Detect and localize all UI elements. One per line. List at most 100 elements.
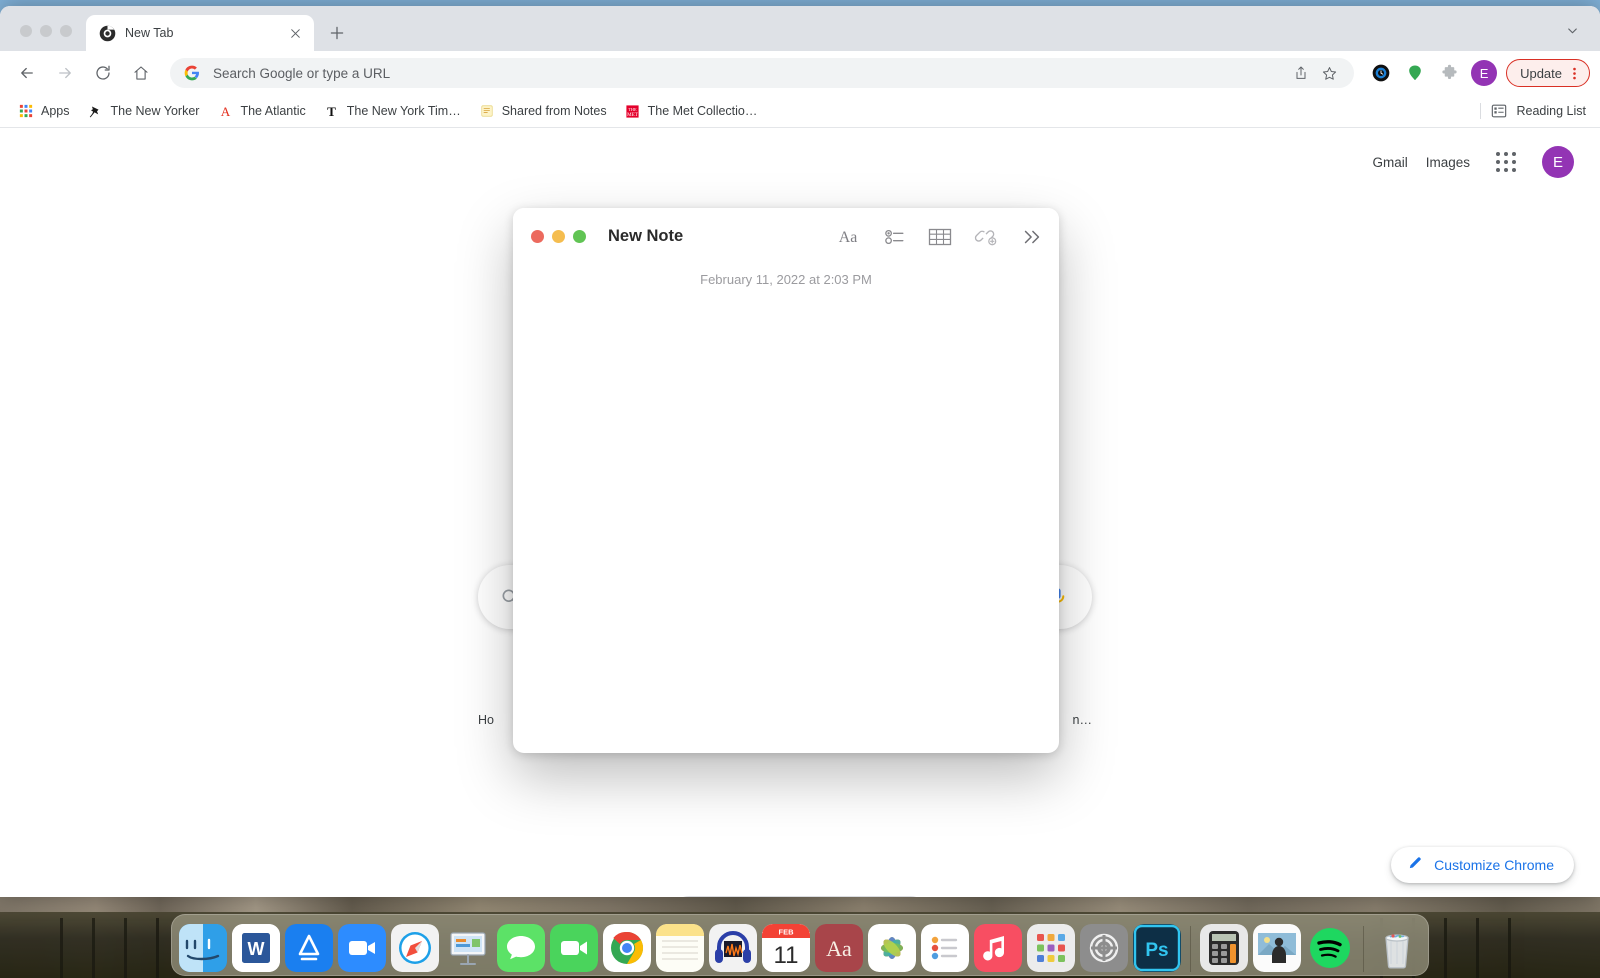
share-icon[interactable] — [1288, 60, 1314, 86]
dock-item-audio-hijack[interactable] — [709, 924, 757, 972]
more-chevrons-icon[interactable] — [1021, 226, 1043, 248]
bookmark-shared-from-notes[interactable]: Shared from Notes — [471, 99, 615, 123]
star-icon[interactable] — [1316, 60, 1342, 86]
reading-list-label[interactable]: Reading List — [1517, 104, 1587, 118]
divider — [1479, 103, 1481, 119]
dock-item-dictionary[interactable]: Aa — [815, 924, 863, 972]
bookmark-label: Shared from Notes — [501, 104, 607, 118]
dock-item-photoshop[interactable]: Ps — [1133, 924, 1181, 972]
format-aa-icon[interactable]: Aa — [834, 226, 862, 247]
apps-grid-icon — [18, 103, 34, 119]
shortcut-label-right[interactable]: n… — [1073, 713, 1092, 727]
bookmark-apps[interactable]: Apps — [10, 99, 78, 123]
browser-tab[interactable]: New Tab — [86, 15, 314, 51]
safety-promo-chip[interactable]: Let's help kids stay safe online — [671, 896, 929, 897]
dock-item-music[interactable] — [974, 924, 1022, 972]
notes-zoom-button[interactable] — [573, 230, 586, 243]
dock-item-photos[interactable] — [868, 924, 916, 972]
bookmarks-bar: Apps The New Yorker A The Atlantic T The… — [0, 95, 1600, 128]
maximize-window-button[interactable] — [60, 25, 72, 37]
dock-item-keynote[interactable] — [444, 924, 492, 972]
dock-item-safari[interactable] — [391, 924, 439, 972]
notes-minimize-button[interactable] — [552, 230, 565, 243]
svg-text:Aa: Aa — [826, 936, 852, 961]
reload-button[interactable] — [86, 56, 120, 90]
avatar[interactable]: E — [1542, 146, 1574, 178]
svg-text:T: T — [327, 104, 336, 119]
dock-item-app-store[interactable] — [285, 924, 333, 972]
met-icon: THE MET — [625, 103, 641, 119]
svg-text:FEB: FEB — [779, 928, 795, 937]
bookmark-the-new-york-times[interactable]: T The New York Tim… — [316, 99, 469, 123]
dock-item-system-preferences[interactable] — [1080, 924, 1128, 972]
customize-chrome-button[interactable]: Customize Chrome — [1391, 847, 1574, 883]
dock-item-messages[interactable] — [497, 924, 545, 972]
notes-title: New Note — [608, 227, 684, 245]
browser-toolbar: Search Google or type a URL E Update — [0, 51, 1600, 95]
chevron-down-icon[interactable] — [1558, 16, 1586, 44]
gmail-link[interactable]: Gmail — [1372, 155, 1407, 170]
dock-item-notes[interactable] — [656, 924, 704, 972]
bookmark-the-met-collection[interactable]: THE MET The Met Collectio… — [617, 99, 766, 123]
dock-item-spotify[interactable] — [1306, 924, 1354, 972]
update-button[interactable]: Update — [1506, 59, 1590, 87]
checklist-icon[interactable] — [884, 226, 906, 248]
dock-item-finder[interactable] — [179, 924, 227, 972]
add-link-icon[interactable] — [974, 225, 999, 248]
dock-divider — [1363, 926, 1364, 972]
new-tab-button[interactable] — [322, 18, 352, 48]
back-button[interactable] — [10, 56, 44, 90]
three-dots-vertical-icon[interactable] — [1567, 66, 1582, 81]
letter-a-icon: A — [217, 103, 233, 119]
notes-titlebar[interactable]: New Note Aa — [513, 208, 1059, 265]
svg-text:11: 11 — [774, 942, 799, 969]
dock-item-google-chrome[interactable] — [603, 924, 651, 972]
bookmark-the-atlantic[interactable]: A The Atlantic — [209, 99, 313, 123]
notes-app-window: New Note Aa February 11, 2022 at 2:03 PM — [513, 208, 1059, 753]
notes-close-button[interactable] — [531, 230, 544, 243]
home-button[interactable] — [124, 56, 158, 90]
dock-item-calendar[interactable]: FEB 11 — [762, 924, 810, 972]
dock-divider — [1190, 926, 1191, 972]
google-apps-grid-icon[interactable] — [1488, 144, 1524, 180]
images-link[interactable]: Images — [1426, 155, 1470, 170]
pencil-icon — [1407, 854, 1424, 876]
tab-title: New Tab — [125, 26, 174, 40]
dock-item-calculator[interactable] — [1200, 924, 1248, 972]
dock-item-trash[interactable] — [1373, 924, 1421, 972]
update-label: Update — [1520, 65, 1562, 81]
bookmark-label: The Met Collectio… — [647, 104, 758, 118]
svg-text:W: W — [248, 939, 265, 959]
notes-window-controls — [531, 230, 586, 243]
profile-avatar[interactable]: E — [1471, 60, 1498, 86]
note-body-editor[interactable] — [513, 287, 1059, 717]
table-icon[interactable] — [928, 227, 952, 247]
puzzle-extensions-icon[interactable] — [1434, 58, 1464, 88]
dock-item-launchpad[interactable] — [1027, 924, 1075, 972]
notes-sticky-icon — [479, 103, 495, 119]
forward-button[interactable] — [48, 56, 82, 90]
notes-toolbar: Aa — [834, 225, 1043, 248]
close-window-button[interactable] — [20, 25, 32, 37]
dock-item-facetime[interactable] — [550, 924, 598, 972]
reading-list-icon[interactable] — [1491, 103, 1507, 119]
address-bar[interactable]: Search Google or type a URL — [170, 58, 1355, 88]
clock-extension-icon[interactable] — [1366, 58, 1396, 88]
dock-item-reminders[interactable] — [921, 924, 969, 972]
dock-item-microsoft-word[interactable]: W — [232, 924, 280, 972]
svg-text:Aa: Aa — [839, 229, 858, 246]
chrome-icon — [99, 25, 116, 42]
dock-item-zoom[interactable] — [338, 924, 386, 972]
nyt-t-icon: T — [324, 103, 340, 119]
minimize-window-button[interactable] — [40, 25, 52, 37]
window-traffic-lights — [0, 25, 86, 51]
shortcut-label-left[interactable]: Ho — [478, 713, 494, 727]
address-bar-placeholder: Search Google or type a URL — [213, 65, 391, 81]
close-icon[interactable] — [286, 24, 304, 42]
green-dot-extension-icon[interactable] — [1400, 58, 1430, 88]
bookmark-the-new-yorker[interactable]: The New Yorker — [80, 99, 208, 123]
dock-item-preview[interactable] — [1253, 924, 1301, 972]
macos-dock: W FEB 11 Aa Ps — [171, 914, 1429, 976]
svg-text:A: A — [221, 104, 231, 119]
svg-text:Ps: Ps — [1145, 940, 1168, 961]
